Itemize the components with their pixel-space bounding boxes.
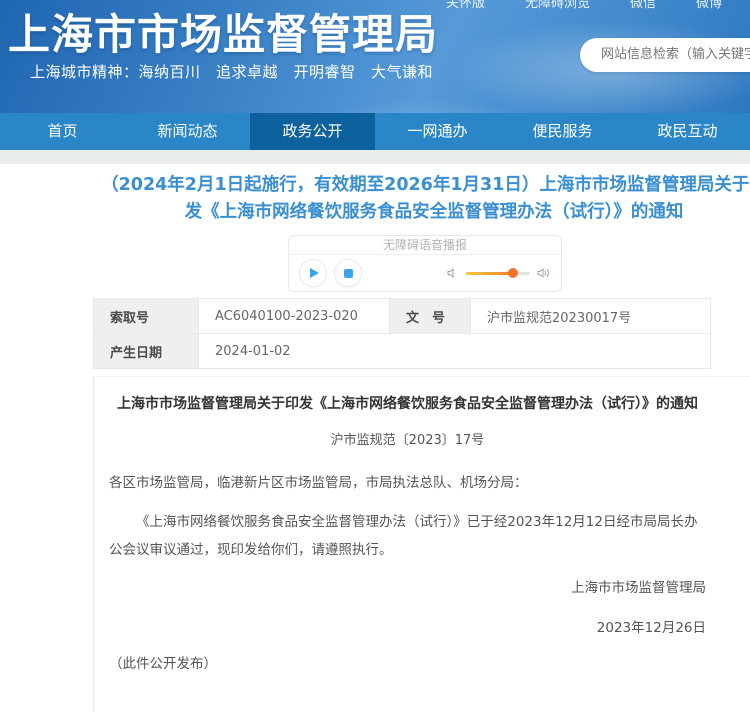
document-footnote: （此件公开发布） <box>109 652 706 672</box>
accessibility-audio-player: 无障碍语音播报 <box>288 235 562 292</box>
stop-button[interactable] <box>334 259 362 287</box>
nav-item-home[interactable]: 首页 <box>0 113 125 150</box>
doc-number-value: 沪市监规范20230017号 <box>471 299 711 334</box>
doc-number-label: 文 号 <box>390 299 471 334</box>
stop-icon <box>344 269 353 278</box>
document-date: 2023年12月26日 <box>109 616 706 636</box>
site-search-box[interactable] <box>580 38 750 72</box>
audio-player-label: 无障碍语音播报 <box>289 236 561 255</box>
topbar-link-accessible-mode[interactable]: 关怀版 <box>446 0 485 11</box>
document-number: 沪市监规范〔2023〕17号 <box>109 429 706 448</box>
table-row: 产生日期 2024-01-02 <box>94 334 711 369</box>
nav-item-one-stop[interactable]: 一网通办 <box>375 113 500 150</box>
document-info-table: 索取号 AC6040100-2023-020 文 号 沪市监规范20230017… <box>93 298 711 369</box>
topbar-link-wechat[interactable]: 微信 <box>630 0 656 11</box>
topbar-link-barrier-free[interactable]: 无障碍浏览 <box>525 0 590 11</box>
nav-item-interaction[interactable]: 政民互动 <box>625 113 750 150</box>
issue-date-label: 产生日期 <box>94 334 199 369</box>
document-body-paragraph: 《上海市网络餐饮服务食品安全监督管理办法（试行）》已于经2023年12月12日经… <box>109 508 706 564</box>
city-spirit-slogan: 上海城市精神：海纳百川 追求卓越 开明睿智 大气谦和 <box>30 61 433 82</box>
document-title: 上海市市场监督管理局关于印发《上海市网络餐饮服务食品安全监督管理办法（试行）》的… <box>109 393 706 415</box>
index-number-label: 索取号 <box>94 299 199 334</box>
volume-knob[interactable] <box>508 268 518 278</box>
volume-low-icon <box>447 267 459 279</box>
topbar-links: 关怀版 无障碍浏览 微信 微博 <box>446 0 722 11</box>
volume-high-icon <box>537 267 551 279</box>
document-signer: 上海市市场监督管理局 <box>109 576 706 596</box>
nav-item-news[interactable]: 新闻动态 <box>125 113 250 150</box>
nav-item-gov-info[interactable]: 政务公开 <box>250 113 375 150</box>
table-row: 索取号 AC6040100-2023-020 文 号 沪市监规范20230017… <box>94 299 711 334</box>
nav-item-public-service[interactable]: 便民服务 <box>500 113 625 150</box>
topbar-link-weibo[interactable]: 微博 <box>696 0 722 11</box>
article-area: （2024年2月1日起施行，有效期至2026年1月31日）上海市市场监督管理局关… <box>0 172 750 712</box>
play-icon <box>310 268 319 278</box>
document-content-box: 上海市市场监督管理局关于印发《上海市网络餐饮服务食品安全监督管理办法（试行）》的… <box>93 376 750 712</box>
main-nav: 首页 新闻动态 政务公开 一网通办 便民服务 政民互动 <box>0 113 750 150</box>
volume-control <box>447 267 551 279</box>
volume-slider[interactable] <box>466 272 530 275</box>
audio-player-controls <box>289 255 561 291</box>
site-header: 关怀版 无障碍浏览 微信 微博 上海市市场监督管理局 上海城市精神：海纳百川 追… <box>0 0 750 113</box>
page-title: （2024年2月1日起施行，有效期至2026年1月31日）上海市市场监督管理局关… <box>96 172 750 226</box>
play-button[interactable] <box>299 259 327 287</box>
index-number-value: AC6040100-2023-020 <box>199 299 390 334</box>
issue-date-value: 2024-01-02 <box>199 334 711 369</box>
volume-fill <box>466 272 513 275</box>
search-input[interactable] <box>601 38 750 70</box>
document-salutation: 各区市场监管局，临港新片区市场监管局，市局执法总队、机场分局： <box>109 470 706 496</box>
header-divider-strip <box>0 150 750 164</box>
site-title[interactable]: 上海市市场监督管理局 <box>8 1 438 62</box>
